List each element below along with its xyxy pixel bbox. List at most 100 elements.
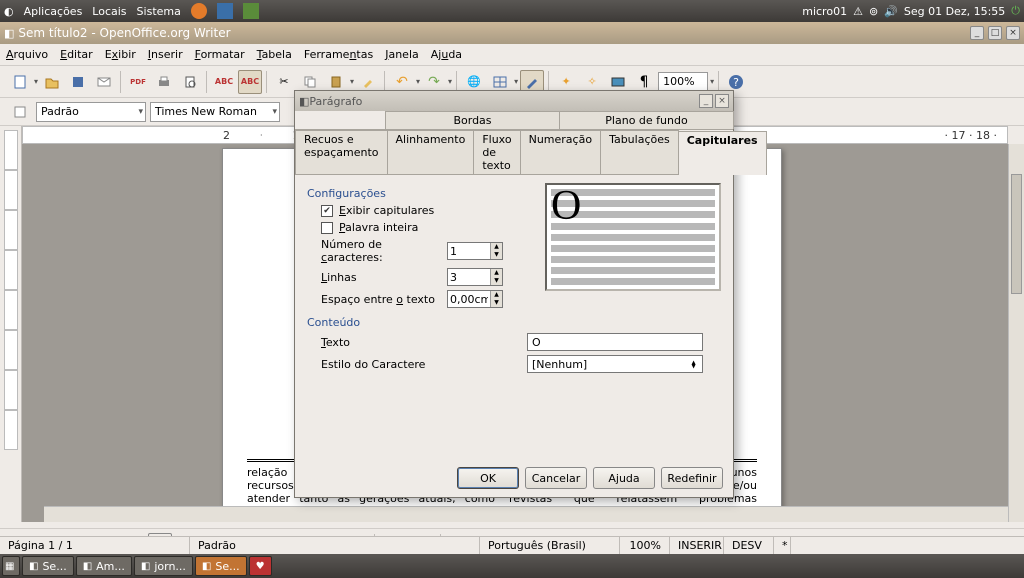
dialog-button-row: OK Cancelar Ajuda Redefinir <box>295 459 733 497</box>
dialog-body: O Configurações Exibir capitulares Palav… <box>295 175 733 459</box>
dropcap-preview: O <box>545 183 721 291</box>
close-button[interactable]: × <box>1006 26 1020 40</box>
status-insert[interactable]: INSERIR <box>670 537 724 554</box>
window-title: Sem título2 - OpenOffice.org Writer <box>18 26 966 40</box>
menu-janela[interactable]: Janela <box>385 48 419 61</box>
maximize-button[interactable]: □ <box>988 26 1002 40</box>
pdf-export-button[interactable]: PDF <box>126 70 150 94</box>
ok-button[interactable]: OK <box>457 467 519 489</box>
menu-ferramentas[interactable]: Ferramentas <box>304 48 373 61</box>
clock[interactable]: Seg 01 Dez, 15:55 <box>904 5 1005 18</box>
print-button[interactable] <box>152 70 176 94</box>
menu-editar[interactable]: Editar <box>60 48 93 61</box>
status-page: Página 1 / 1 <box>0 537 190 554</box>
window-titlebar: ◧ Sem título2 - OpenOffice.org Writer _ … <box>0 22 1024 44</box>
tab-recuos[interactable]: Recuos e espaçamento <box>295 130 388 174</box>
paragraph-dialog: ◧ Parágrafo _ × Bordas Plano de fundo Re… <box>294 90 734 498</box>
preview-button[interactable] <box>178 70 202 94</box>
tab-plano-de-fundo[interactable]: Plano de fundo <box>559 111 734 129</box>
spinner-linhas[interactable]: ▲▼ <box>447 268 503 286</box>
svg-text:?: ? <box>733 76 739 89</box>
shutdown-icon[interactable]: ⏻ <box>1011 4 1020 18</box>
status-zoom[interactable]: 100% <box>620 537 670 554</box>
zoom-combo[interactable]: 100% <box>658 72 708 92</box>
volume-icon[interactable]: 🔊 <box>884 5 898 18</box>
minimize-button[interactable]: _ <box>970 26 984 40</box>
input-espaco[interactable] <box>448 291 490 307</box>
menu-ajuda[interactable]: Ajuda <box>431 48 462 61</box>
horizontal-scrollbar[interactable] <box>44 506 1008 522</box>
input-num-caracteres[interactable] <box>448 243 490 259</box>
task-3[interactable]: ◧ jorn... <box>134 556 193 576</box>
dialog-close-button[interactable]: × <box>715 94 729 108</box>
tab-bordas[interactable]: Bordas <box>385 111 560 129</box>
app-icon[interactable] <box>243 3 259 19</box>
menu-formatar[interactable]: Formatar <box>195 48 245 61</box>
dialog-title-text: Parágrafo <box>309 95 697 108</box>
label-texto: Texto <box>321 336 521 349</box>
status-desv[interactable]: DESV <box>724 537 774 554</box>
dialog-tabs-row2: Recuos e espaçamento Alinhamento Fluxo d… <box>295 130 733 175</box>
dialog-titlebar[interactable]: ◧ Parágrafo _ × <box>295 91 733 111</box>
task-4-active[interactable]: ◧ Se... <box>195 556 247 576</box>
tab-tabulacoes[interactable]: Tabulações <box>600 130 679 174</box>
styles-button[interactable] <box>8 100 32 124</box>
font-combo[interactable]: Times New Roman <box>150 102 280 122</box>
tab-numeracao[interactable]: Numeração <box>520 130 601 174</box>
task-1[interactable]: ◧ Se... <box>22 556 74 576</box>
menu-places[interactable]: Locais <box>92 5 126 18</box>
new-doc-button[interactable] <box>8 70 32 94</box>
task-2[interactable]: ◧ Am... <box>76 556 132 576</box>
menu-applications[interactable]: Aplicações <box>24 5 83 18</box>
show-desktop-button[interactable]: ▦ <box>2 556 20 576</box>
label-espaco: Espaço entre o texto <box>321 293 441 306</box>
label-linhas: Linhas <box>321 271 441 284</box>
tab-alinhamento[interactable]: Alinhamento <box>387 130 475 174</box>
tab-capitulares[interactable]: Capitulares <box>678 131 767 175</box>
dialog-minimize-button[interactable]: _ <box>699 94 713 108</box>
tab-fluxo[interactable]: Fluxo de texto <box>473 130 520 174</box>
network-icon[interactable]: ⊚ <box>869 5 878 18</box>
menu-inserir[interactable]: Inserir <box>148 48 183 61</box>
save-button[interactable] <box>66 70 90 94</box>
paragraph-style-combo[interactable]: Padrão <box>36 102 146 122</box>
dialog-icon: ◧ <box>299 95 309 108</box>
system-tray: micro01 ⚠ ⊚ 🔊 Seg 01 Dez, 15:55 ⏻ <box>802 4 1020 18</box>
status-style: Padrão <box>190 537 480 554</box>
vertical-ruler <box>0 126 22 522</box>
menu-tabela[interactable]: Tabela <box>257 48 292 61</box>
gnome-taskbar: ▦ ◧ Se... ◧ Am... ◧ jorn... ◧ Se... ♥ <box>0 554 1024 578</box>
label-exibir-capitulares: Exibir capitulares <box>339 204 434 217</box>
select-estilo-caractere[interactable]: [Nenhum] <box>527 355 703 373</box>
autospell-button[interactable]: ABC <box>238 70 262 94</box>
cut-button[interactable]: ✂ <box>272 70 296 94</box>
spellcheck-button[interactable]: ABC <box>212 70 236 94</box>
help-button[interactable]: Ajuda <box>593 467 655 489</box>
status-lang: Português (Brasil) <box>480 537 620 554</box>
vertical-scrollbar[interactable] <box>1008 144 1024 522</box>
menu-arquivo[interactable]: Arquivo <box>6 48 48 61</box>
task-5[interactable]: ♥ <box>249 556 272 576</box>
email-button[interactable] <box>92 70 116 94</box>
menubar: Arquivo Editar Exibir Inserir Formatar T… <box>0 44 1024 66</box>
checkbox-palavra-inteira[interactable] <box>321 222 333 234</box>
menu-system[interactable]: Sistema <box>137 5 181 18</box>
input-texto[interactable] <box>527 333 703 351</box>
status-modified: * <box>774 537 791 554</box>
gnome-top-panel: ◐ Aplicações Locais Sistema micro01 ⚠ ⊚ … <box>0 0 1024 22</box>
spinner-espaco[interactable]: ▲▼ <box>447 290 503 308</box>
input-linhas[interactable] <box>448 269 490 285</box>
user-label[interactable]: micro01 <box>802 5 847 18</box>
warning-icon[interactable]: ⚠ <box>853 5 863 18</box>
firefox-icon[interactable] <box>191 3 207 19</box>
evolution-icon[interactable] <box>217 3 233 19</box>
reset-button[interactable]: Redefinir <box>661 467 723 489</box>
ubuntu-logo-icon[interactable]: ◐ <box>4 5 14 18</box>
statusbar: Página 1 / 1 Padrão Português (Brasil) 1… <box>0 536 1024 554</box>
checkbox-exibir-capitulares[interactable] <box>321 205 333 217</box>
spinner-num-caracteres[interactable]: ▲▼ <box>447 242 503 260</box>
open-button[interactable] <box>40 70 64 94</box>
cancel-button[interactable]: Cancelar <box>525 467 587 489</box>
label-num-caracteres: Número de caracteres: <box>321 238 441 264</box>
menu-exibir[interactable]: Exibir <box>105 48 136 61</box>
